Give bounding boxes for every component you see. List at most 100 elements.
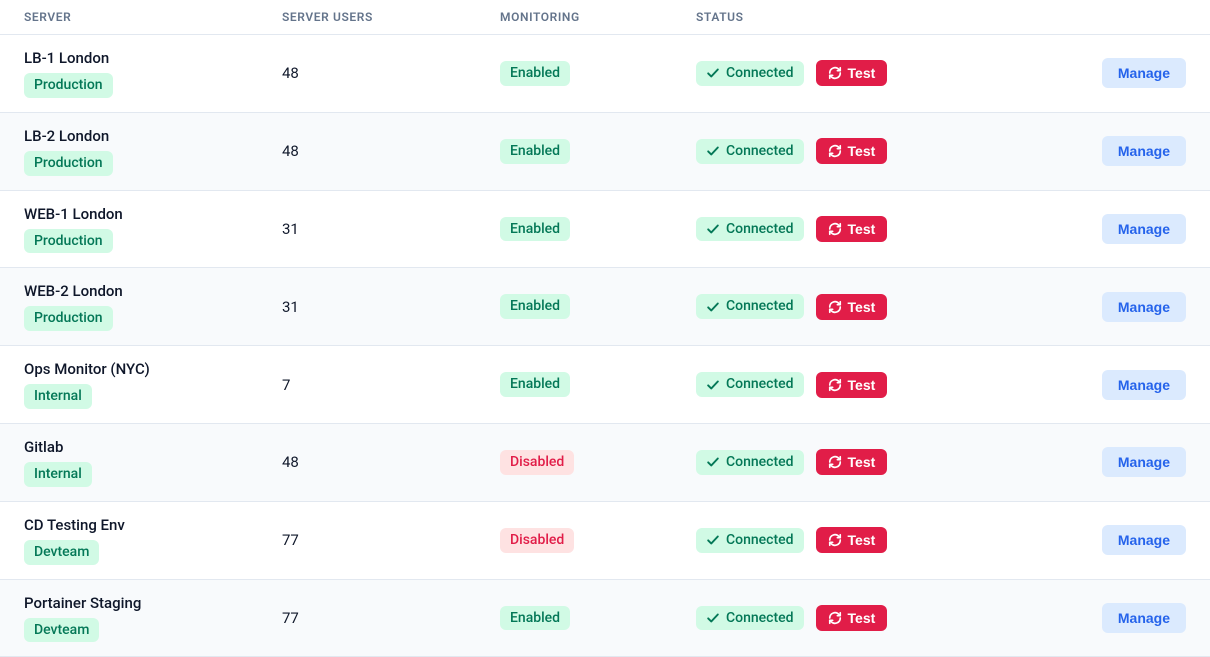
server-cell: LB-1 London Production [24, 49, 282, 98]
test-button-label: Test [848, 299, 876, 315]
test-button-label: Test [848, 610, 876, 626]
table-row: LB-1 LondonProduction48Enabled Connected… [0, 35, 1210, 113]
actions-cell: Manage [1076, 292, 1186, 322]
env-badge: Internal [24, 384, 92, 409]
server-cell: Gitlab Internal [24, 438, 282, 487]
refresh-icon [828, 66, 842, 80]
monitoring-cell: Enabled [500, 294, 696, 319]
check-icon [706, 300, 720, 314]
test-button-label: Test [848, 143, 876, 159]
env-badge: Production [24, 229, 113, 254]
monitoring-cell: Enabled [500, 372, 696, 397]
test-button-label: Test [848, 221, 876, 237]
server-users: 7 [282, 376, 500, 394]
actions-cell: Manage [1076, 370, 1186, 400]
refresh-icon [828, 144, 842, 158]
monitoring-badge: Enabled [500, 372, 570, 397]
monitoring-badge: Disabled [500, 528, 574, 553]
status-badge: Connected [696, 450, 804, 475]
server-cell: LB-2 LondonProduction [24, 127, 282, 176]
monitoring-cell: Enabled [500, 139, 696, 164]
server-users: 77 [282, 609, 500, 627]
env-badge: Internal [24, 462, 92, 487]
manage-button[interactable]: Manage [1102, 214, 1186, 244]
server-users: 77 [282, 531, 500, 549]
status-text: Connected [726, 143, 794, 160]
status-text: Connected [726, 376, 794, 393]
actions-cell: Manage [1076, 525, 1186, 555]
test-button[interactable]: Test [816, 294, 888, 320]
monitoring-badge: Disabled [500, 450, 574, 475]
manage-button[interactable]: Manage [1102, 136, 1186, 166]
env-badge: Production [24, 73, 113, 98]
monitoring-badge: Enabled [500, 139, 570, 164]
check-icon [706, 455, 720, 469]
status-badge: Connected [696, 606, 804, 631]
manage-button[interactable]: Manage [1102, 58, 1186, 88]
test-button[interactable]: Test [816, 216, 888, 242]
refresh-icon [828, 455, 842, 469]
status-text: Connected [726, 221, 794, 238]
test-button-label: Test [848, 377, 876, 393]
status-badge: Connected [696, 294, 804, 319]
server-cell: WEB-2 LondonProduction [24, 282, 282, 331]
monitoring-cell: Disabled [500, 450, 696, 475]
env-badge: Production [24, 306, 113, 331]
server-users: 48 [282, 453, 500, 471]
server-users: 31 [282, 298, 500, 316]
status-cell: Connected Test [696, 527, 1076, 553]
refresh-icon [828, 222, 842, 236]
check-icon [706, 378, 720, 392]
server-cell: Portainer StagingDevteam [24, 594, 282, 643]
test-button[interactable]: Test [816, 449, 888, 475]
monitoring-cell: Disabled [500, 528, 696, 553]
table-row: LB-2 LondonProduction48Enabled Connected… [0, 113, 1210, 191]
status-badge: Connected [696, 61, 804, 86]
test-button[interactable]: Test [816, 138, 888, 164]
server-cell: WEB-1 LondonProduction [24, 205, 282, 254]
status-badge: Connected [696, 372, 804, 397]
server-cell: Ops Monitor (NYC)Internal [24, 360, 282, 409]
status-text: Connected [726, 532, 794, 549]
manage-button[interactable]: Manage [1102, 447, 1186, 477]
refresh-icon [828, 300, 842, 314]
check-icon [706, 611, 720, 625]
actions-cell: Manage [1076, 603, 1186, 633]
manage-button[interactable]: Manage [1102, 292, 1186, 322]
manage-button[interactable]: Manage [1102, 370, 1186, 400]
status-cell: Connected Test [696, 60, 1076, 86]
table-row: Gitlab Internal 48Disabled Connected Test M… [0, 424, 1210, 502]
test-button[interactable]: Test [816, 527, 888, 553]
servers-table: SERVER SERVER USERS MONITORING STATUS LB… [0, 0, 1210, 657]
refresh-icon [828, 611, 842, 625]
actions-cell: Manage [1076, 214, 1186, 244]
test-button[interactable]: Test [816, 60, 888, 86]
refresh-icon [828, 533, 842, 547]
server-name: LB-2 London [24, 127, 282, 145]
env-badge: Devteam [24, 618, 99, 643]
monitoring-badge: Enabled [500, 61, 570, 86]
test-button[interactable]: Test [816, 605, 888, 631]
status-cell: Connected Test [696, 372, 1076, 398]
actions-cell: Manage [1076, 136, 1186, 166]
server-name: LB-1 London [24, 49, 282, 67]
env-badge: Devteam [24, 540, 99, 565]
server-name: CD Testing Env [24, 516, 282, 534]
test-button[interactable]: Test [816, 372, 888, 398]
column-header-monitoring: MONITORING [500, 10, 696, 24]
column-header-users: SERVER USERS [282, 10, 500, 24]
monitoring-badge: Enabled [500, 606, 570, 631]
status-text: Connected [726, 65, 794, 82]
test-button-label: Test [848, 65, 876, 81]
manage-button[interactable]: Manage [1102, 525, 1186, 555]
status-cell: Connected Test [696, 449, 1076, 475]
server-users: 48 [282, 142, 500, 160]
status-cell: Connected Test [696, 605, 1076, 631]
monitoring-cell: Enabled [500, 217, 696, 242]
status-badge: Connected [696, 528, 804, 553]
column-header-status: STATUS [696, 10, 1076, 24]
table-header-row: SERVER SERVER USERS MONITORING STATUS [0, 0, 1210, 35]
monitoring-badge: Enabled [500, 217, 570, 242]
server-name: Gitlab [24, 438, 282, 456]
manage-button[interactable]: Manage [1102, 603, 1186, 633]
